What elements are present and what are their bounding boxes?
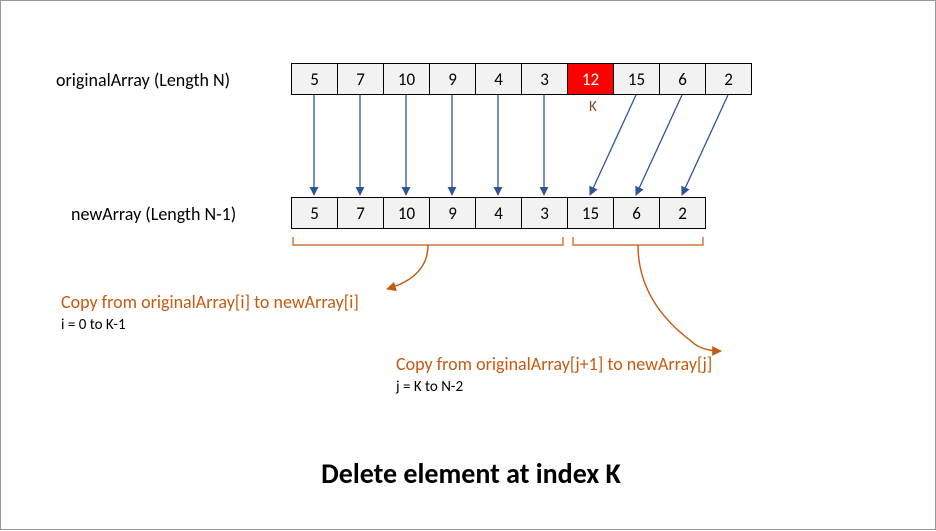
left-caption-arrow (387, 245, 428, 289)
new-cell: 6 (613, 197, 660, 229)
new-cell: 2 (659, 197, 706, 229)
original-array: 5710943121562 (291, 63, 752, 95)
new-cell: 3 (521, 197, 568, 229)
original-cell-highlight: 12 (567, 63, 614, 95)
original-cell: 9 (429, 63, 476, 95)
copy-left-caption: Copy from originalArray[i] to newArray[i… (61, 291, 359, 313)
copy-left-range: i = 0 to K-1 (61, 316, 126, 334)
original-cell: 7 (337, 63, 384, 95)
copy-arrow-right (682, 95, 728, 195)
new-cell: 5 (291, 197, 338, 229)
new-cell: 4 (475, 197, 522, 229)
diagram-canvas: originalArray (Length N) 5710943121562 K… (0, 0, 936, 530)
copy-arrow-right (636, 95, 682, 195)
original-cell: 15 (613, 63, 660, 95)
new-array: 57109431562 (291, 197, 706, 229)
right-caption-arrow (638, 245, 721, 351)
diagram-title: Delete element at index K (271, 456, 671, 491)
new-array-label: newArray (Length N-1) (71, 203, 236, 225)
original-cell: 2 (705, 63, 752, 95)
new-cell: 10 (383, 197, 430, 229)
copy-right-range: j = K to N-2 (396, 378, 463, 396)
original-cell: 5 (291, 63, 338, 95)
original-array-label: originalArray (Length N) (56, 69, 230, 91)
new-cell: 9 (429, 197, 476, 229)
original-cell: 10 (383, 63, 430, 95)
k-index-marker: K (589, 98, 597, 116)
original-cell: 3 (521, 63, 568, 95)
new-cell: 15 (567, 197, 614, 229)
original-cell: 6 (659, 63, 706, 95)
right-bracket (573, 237, 703, 245)
left-bracket (293, 237, 563, 245)
original-cell: 4 (475, 63, 522, 95)
copy-right-caption: Copy from originalArray[j+1] to newArray… (396, 353, 712, 375)
new-cell: 7 (337, 197, 384, 229)
